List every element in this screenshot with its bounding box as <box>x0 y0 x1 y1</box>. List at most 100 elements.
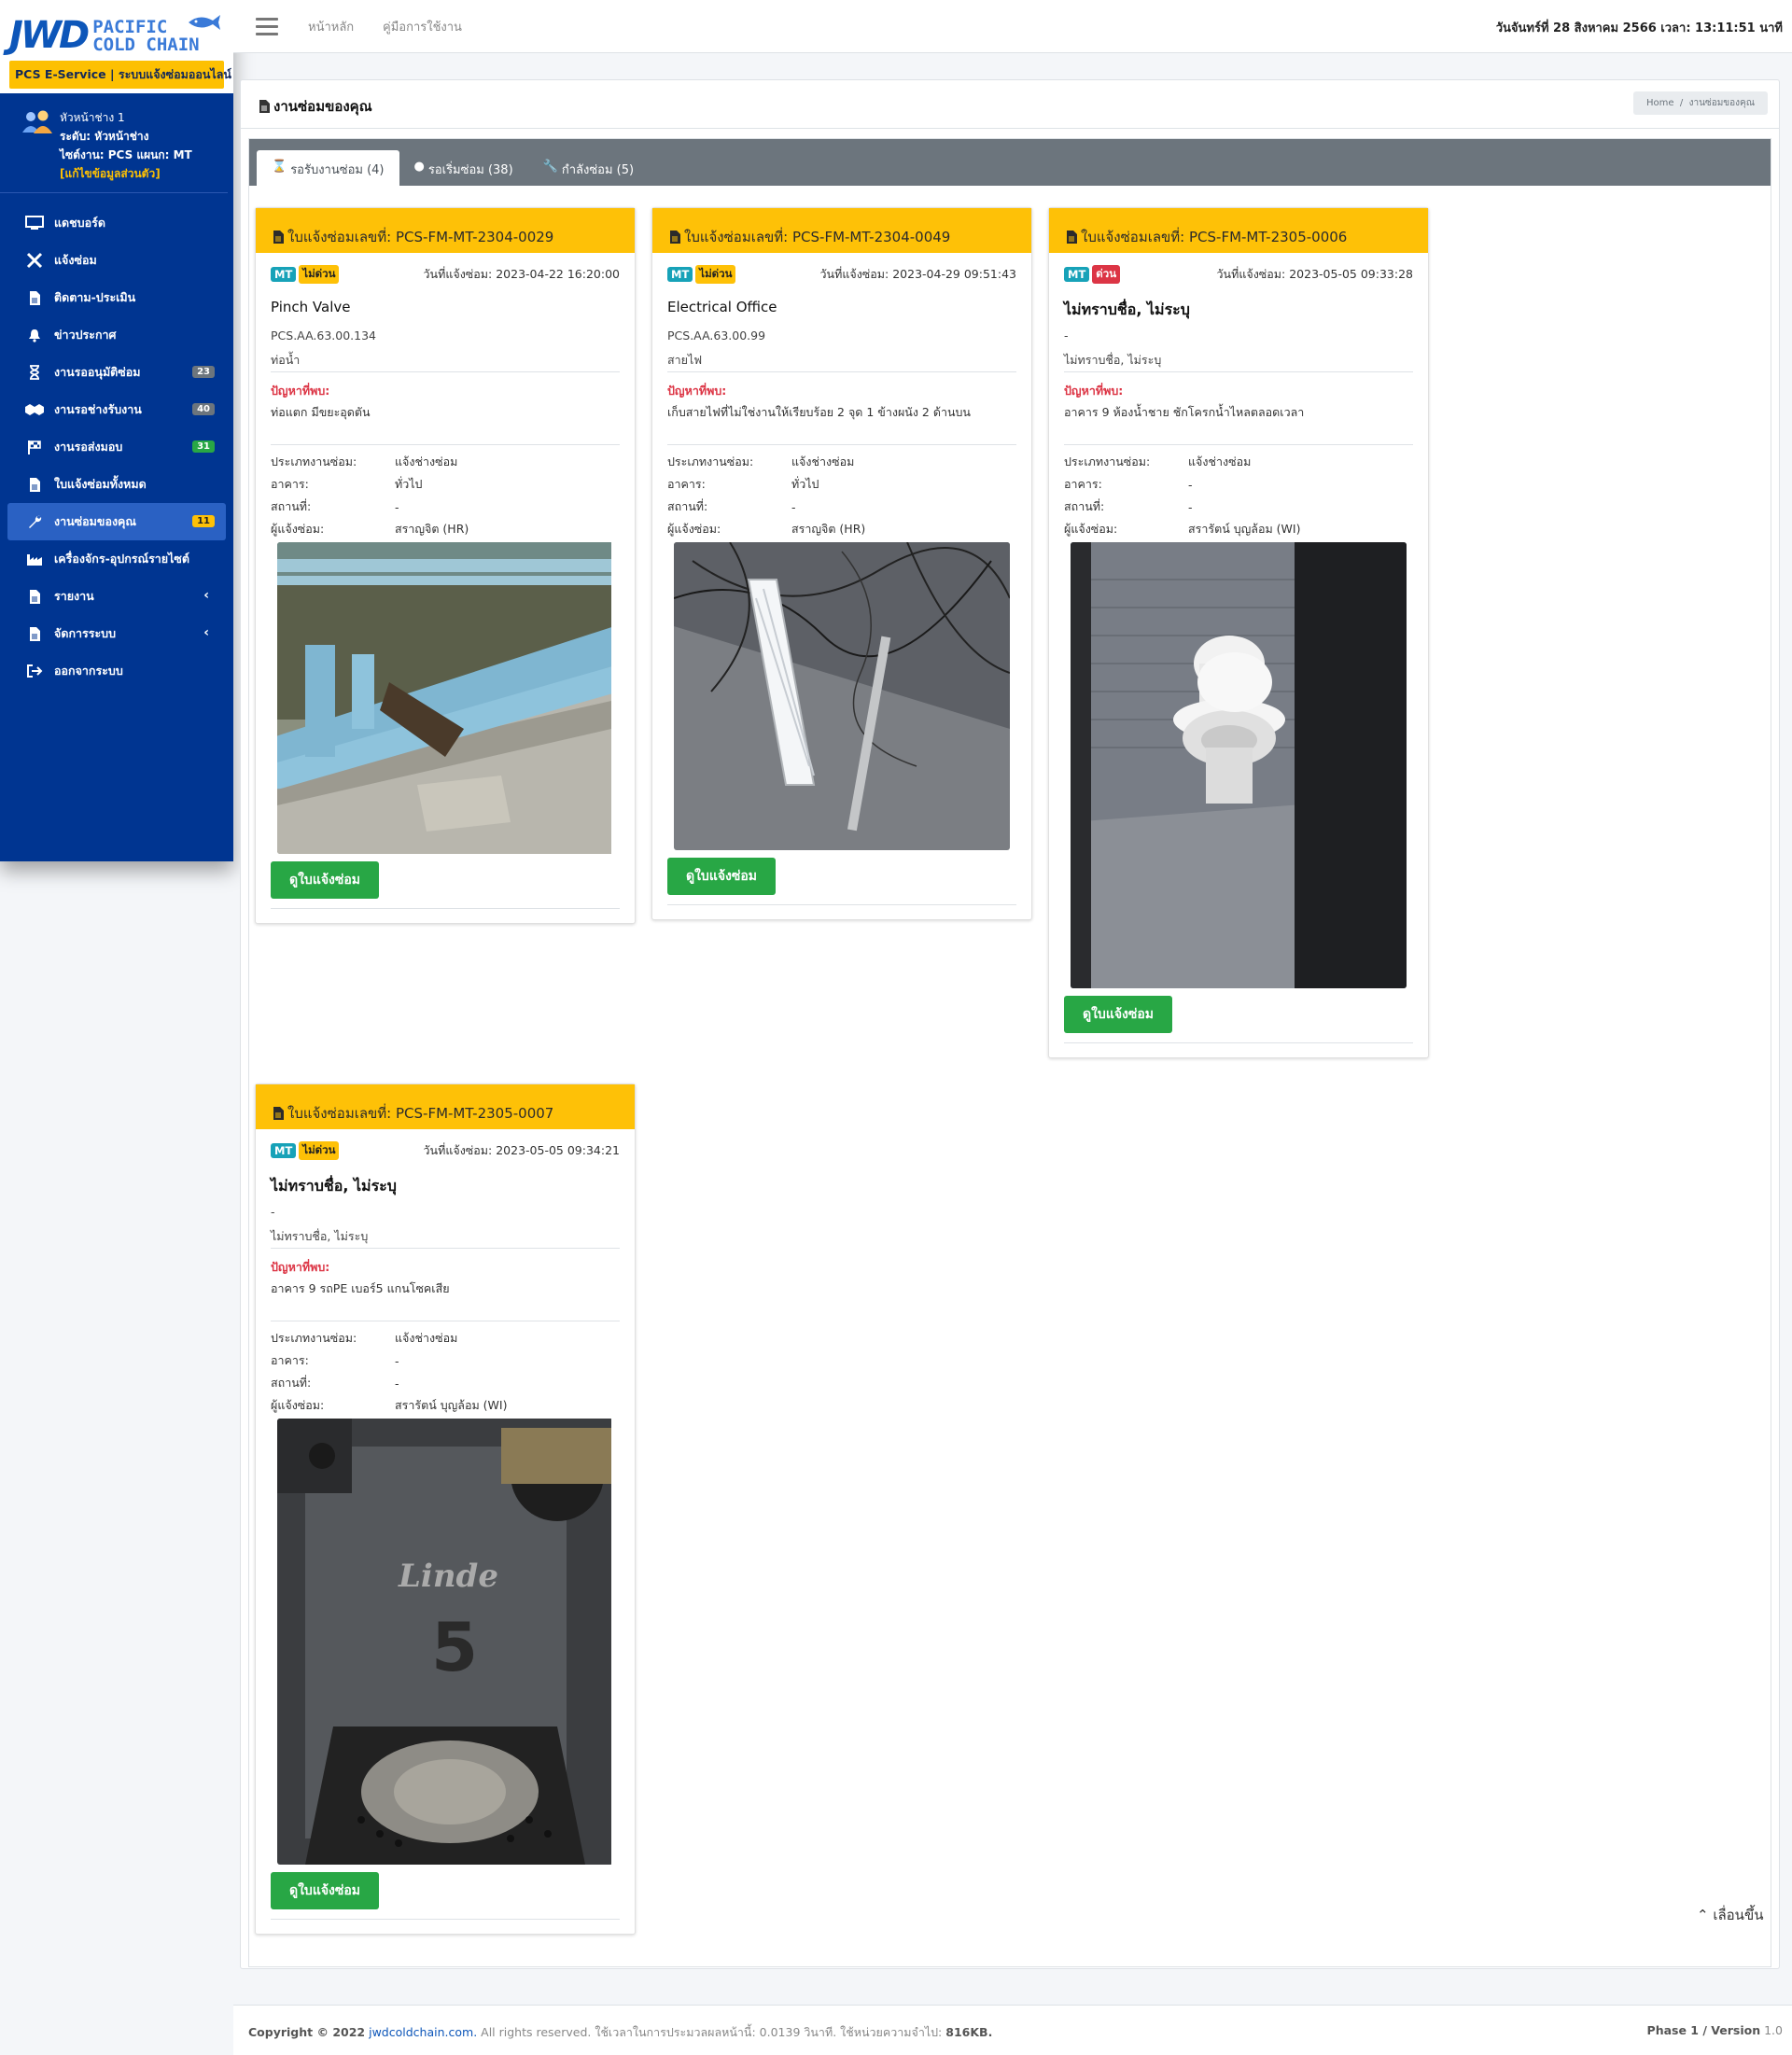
detail-label: สถานที่: <box>271 1376 312 1390</box>
sidebar-item-10[interactable]: เครื่องจักร-อุปกรณ์รายไซต์ <box>7 540 226 578</box>
detail-building: อาคาร: - <box>271 1349 620 1372</box>
repair-photo[interactable] <box>1071 542 1407 988</box>
edit-profile-link[interactable]: [แก้ไขข้อมูลส่วนตัว] <box>60 164 192 183</box>
svg-text:5: 5 <box>431 1608 478 1686</box>
sidebar-item-11[interactable]: รายงาน ‹ <box>7 578 226 615</box>
tab-waiting-start[interactable]: ● รอเริ่มซ่อม (38) <box>399 150 528 186</box>
repair-photo[interactable] <box>277 542 613 854</box>
sidebar-item-label: เครื่องจักร-อุปกรณ์รายไซต์ <box>54 552 190 566</box>
card-body: MT ไม่ด่วน วันที่แจ้งซ่อม: 2023-04-29 09… <box>652 253 1031 919</box>
asset-name: ไม่ทราบชื่อ, ไม่ระบุ <box>1064 301 1190 318</box>
detail-label: อาคาร: <box>271 477 309 491</box>
problem-label: ปัญหาที่พบ: <box>271 384 330 398</box>
card-header: ใบแจ้งซ่อมเลขที่: PCS-FM-MT-2304-0049 <box>652 208 1031 253</box>
sidebar-item-4[interactable]: ข่าวประกาศ <box>7 316 226 354</box>
sidebar-item-1[interactable]: แดชบอร์ด <box>7 204 226 242</box>
report-date: วันที่แจ้งซ่อม: 2023-05-05 09:34:21 <box>424 1141 620 1160</box>
report-date: วันที่แจ้งซ่อม: 2023-04-29 09:51:43 <box>820 265 1016 284</box>
problem-label: ปัญหาที่พบ: <box>667 384 727 398</box>
date-label: วันที่แจ้งซ่อม: <box>423 1143 493 1157</box>
site-link[interactable]: jwdcoldchain.com. <box>369 2025 477 2039</box>
sidebar-item-8[interactable]: ใบแจ้งซ่อมทั้งหมด <box>7 466 226 503</box>
doc-no-label: ใบแจ้งซ่อมเลขที่: <box>287 229 392 245</box>
tab-label: รอรับงานซ่อม (4) <box>290 163 385 177</box>
doc-no: PCS-FM-MT-2304-0049 <box>792 229 951 245</box>
sidebar-item-9[interactable]: งานซ่อมของคุณ 11 <box>7 503 226 540</box>
document-icon <box>24 588 45 605</box>
view-repair-button[interactable]: ดูใบแจ้งซ่อม <box>1064 996 1173 1033</box>
sidebar-item-2[interactable]: แจ้งซ่อม <box>7 242 226 279</box>
divider <box>271 444 620 445</box>
card-body: MT ด่วน วันที่แจ้งซ่อม: 2023-05-05 09:33… <box>1049 253 1428 1057</box>
sidebar-item-12[interactable]: จัดการระบบ ‹ <box>7 615 226 652</box>
user-name: หัวหน้าช่าง 1 <box>60 111 125 124</box>
repair-photo[interactable] <box>674 542 1010 850</box>
card-meta: MT ไม่ด่วน วันที่แจ้งซ่อม: 2023-04-29 09… <box>667 265 1016 284</box>
breadcrumb: Home / งานซ่อมของคุณ <box>1632 91 1768 115</box>
document-icon <box>24 289 45 306</box>
sidebar-item-5[interactable]: งานรออนุมัติซ่อม 23 <box>7 354 226 391</box>
detail-label: ผู้แจ้งซ่อม: <box>667 522 721 536</box>
clock-icon: ● <box>413 160 425 174</box>
tab-waiting-accept[interactable]: ⌛ รอรับงานซ่อม (4) <box>257 150 399 186</box>
chevron-up-icon: ⌃ <box>1697 1907 1709 1923</box>
breadcrumb-current: งานซ่อมของคุณ <box>1688 98 1755 108</box>
detail-value: สรารัตน์ บุญล้อม (WI) <box>1188 522 1301 536</box>
scroll-top-link[interactable]: ⌃ เลื่อนขึ้น <box>1697 1904 1763 1926</box>
view-repair-button[interactable]: ดูใบแจ้งซ่อม <box>271 861 380 899</box>
sidebar: JWD PACIFIC COLD CHAIN PCS E-Service | ร… <box>0 0 233 861</box>
sidebar-item-6[interactable]: งานรอช่างรับงาน 40 <box>7 391 226 428</box>
sidebar-item-13[interactable]: ออกจากระบบ <box>7 652 226 690</box>
detail-value: - <box>395 499 399 514</box>
sidebar-item-label: ออกจากระบบ <box>54 664 123 678</box>
view-repair-button[interactable]: ดูใบแจ้งซ่อม <box>271 1872 380 1909</box>
divider <box>1064 444 1413 445</box>
detail-label: สถานที่: <box>1064 499 1105 513</box>
sidebar-item-label: แดชบอร์ด <box>54 216 105 230</box>
user-level: ระดับ: หัวหน้าช่าง <box>60 130 149 143</box>
repair-card: ใบแจ้งซ่อมเลขที่: PCS-FM-MT-2305-0006 MT… <box>1048 207 1429 1058</box>
asset-category: ไม่ทราบชื่อ, ไม่ระบุ <box>271 1229 369 1243</box>
document-icon <box>259 100 270 113</box>
detail-building: อาคาร: ทั่วไป <box>271 473 620 496</box>
detail-value: - <box>1188 499 1193 514</box>
menu-toggle-icon[interactable] <box>256 18 278 36</box>
doc-no-label: ใบแจ้งซ่อมเลขที่: <box>1081 229 1185 245</box>
detail-building: อาคาร: - <box>1064 473 1413 496</box>
current-datetime: วันจันทร์ที่ 28 สิงหาคม 2566 เวลา: 13:11… <box>1495 21 1783 35</box>
sidebar-item-7[interactable]: งานรอส่งมอบ 31 <box>7 428 226 466</box>
detail-label: สถานที่: <box>667 499 708 513</box>
sidebar-item-3[interactable]: ติดตาม-ประเมิน <box>7 279 226 316</box>
detail-value: แจ้งช่างซ่อม <box>1188 454 1252 468</box>
page-title-text: งานซ่อมของคุณ <box>273 98 372 115</box>
detail-value: สรารัตน์ บุญล้อม (WI) <box>395 1398 508 1412</box>
repair-photo[interactable]: Linde 5 <box>277 1419 613 1865</box>
monitor-icon <box>24 215 45 231</box>
document-icon <box>273 231 284 244</box>
nav-link-home[interactable]: หน้าหลัก <box>308 17 354 36</box>
date-value: 2023-04-22 16:20:00 <box>496 267 620 281</box>
content-header: งานซ่อมของคุณ Home / งานซ่อมของคุณ <box>241 80 1779 129</box>
footer-copyright: Copyright © 2022 jwdcoldchain.com. All r… <box>248 2023 992 2042</box>
priority-badge: ด่วน <box>1092 265 1121 284</box>
asset-category: สายไฟ <box>667 353 703 367</box>
tab-label: รอเริ่มซ่อม (38) <box>427 163 513 177</box>
detail-value: - <box>791 499 796 514</box>
bell-icon <box>24 327 45 343</box>
doc-no: PCS-FM-MT-2305-0006 <box>1189 229 1348 245</box>
tab-in-progress[interactable]: 🔧 กำลังซ่อม (5) <box>528 150 649 186</box>
dept-badge: MT <box>667 267 693 282</box>
user-site: ไซต์งาน: PCS แผนก: MT <box>60 148 192 161</box>
nav-link-manual[interactable]: คู่มือการใช้งาน <box>383 17 462 36</box>
problem-label: ปัญหาที่พบ: <box>271 1260 330 1274</box>
detail-work-type: ประเภทงานซ่อม: แจ้งช่างซ่อม <box>271 1327 620 1349</box>
sidebar-item-label: งานรอส่งมอบ <box>54 440 123 454</box>
tabs-bar: ⌛ รอรับงานซ่อม (4) ● รอเริ่มซ่อม (38) 🔧 … <box>249 139 1771 186</box>
breadcrumb-home[interactable]: Home <box>1646 98 1674 108</box>
detail-location: สถานที่: - <box>1064 496 1413 518</box>
asset-code: PCS.AA.63.00.99 <box>667 329 766 342</box>
view-repair-button[interactable]: ดูใบแจ้งซ่อม <box>667 858 777 895</box>
problem-text: อาคาร 9 ห้องน้ำชาย ชักโครกน้ำไหลตลอดเวลา <box>1064 405 1305 419</box>
divider <box>271 371 620 372</box>
handshake-icon <box>24 401 45 418</box>
